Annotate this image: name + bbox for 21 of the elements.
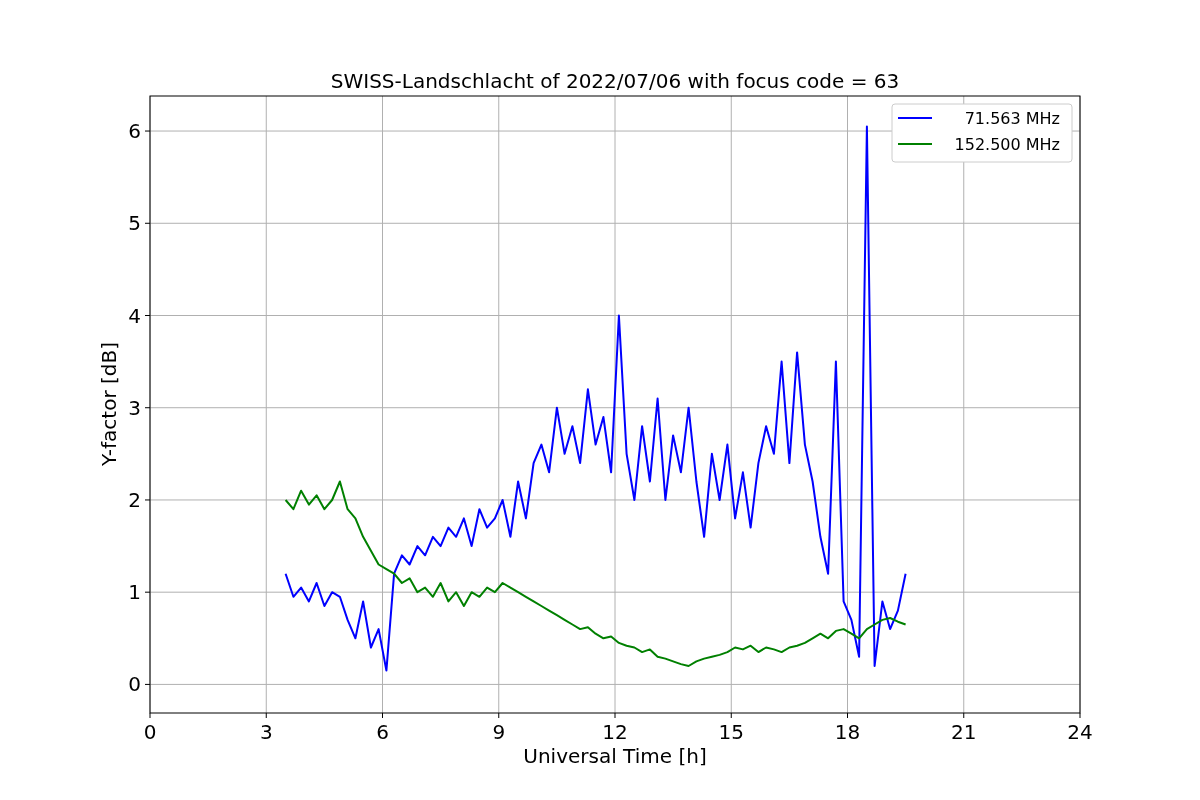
y-tick-label: 2 [128,487,141,512]
legend-label: 152.500 MHz [954,135,1060,154]
x-tick-label: 12 [602,720,628,744]
chart-title: SWISS-Landschlacht of 2022/07/06 with focus code = 63 [330,69,900,93]
y-axis-label: Y-factor [dB] [97,342,121,466]
x-tick-label: 0 [143,720,157,744]
x-tick-label: 3 [259,720,273,744]
y-tick-label: 5 [128,211,141,236]
y-tick-label: 4 [128,303,141,328]
x-tick-label: 9 [492,720,506,744]
y-tick-label: 6 [128,119,141,144]
x-tick-label: 18 [834,720,861,744]
y-tick-label: 1 [128,580,141,605]
x-axis-label: Universal Time [h] [523,744,707,768]
legend-label: 71.563 MHz [964,109,1060,128]
y-tick-label: 0 [128,672,141,697]
y-tick-label: 3 [128,395,141,420]
x-tick-label: 15 [718,720,744,744]
x-tick-label: 21 [951,720,977,744]
x-tick-label: 6 [376,720,389,744]
x-tick-label: 24 [1067,720,1093,744]
